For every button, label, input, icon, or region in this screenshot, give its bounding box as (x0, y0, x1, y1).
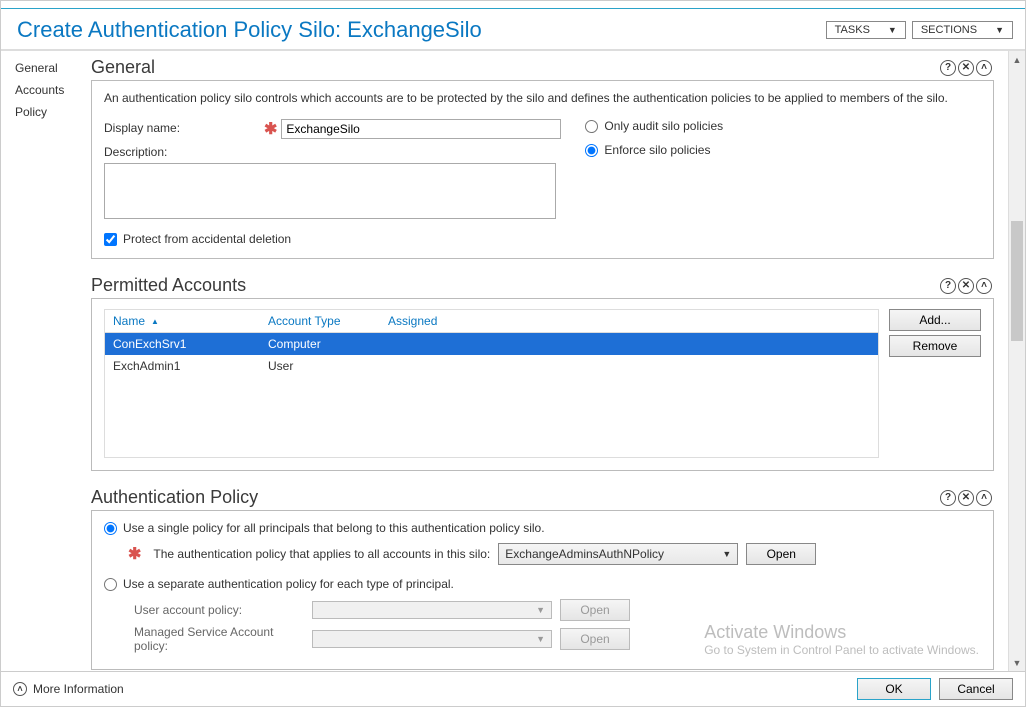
dropdown-icon: ▼ (536, 605, 545, 615)
single-policy-label: Use a single policy for all principals t… (123, 521, 545, 535)
protect-label: Protect from accidental deletion (123, 232, 291, 246)
protect-checkbox[interactable] (104, 233, 117, 246)
help-icon[interactable]: ? (940, 60, 956, 76)
msa-policy-label: Managed Service Account policy: (104, 625, 304, 653)
description-label: Description: (104, 143, 264, 159)
dropdown-icon: ▼ (888, 25, 897, 35)
sections-button[interactable]: SECTIONS ▼ (912, 21, 1013, 39)
policy-panel: Use a single policy for all principals t… (91, 510, 994, 670)
table-row[interactable]: ConExchSrv1 Computer (105, 333, 878, 355)
user-policy-label: User account policy: (104, 603, 304, 617)
more-information-link[interactable]: ˄ More Information (13, 682, 857, 696)
open-button-disabled: Open (560, 599, 630, 621)
sidebar: General Accounts Policy (1, 51, 87, 671)
audit-label: Only audit silo policies (604, 119, 723, 133)
sidebar-item-policy[interactable]: Policy (15, 105, 87, 119)
sidebar-item-general[interactable]: General (15, 61, 87, 75)
separate-policy-label: Use a separate authentication policy for… (123, 577, 454, 591)
column-type[interactable]: Account Type (268, 314, 388, 328)
column-assigned[interactable]: Assigned (388, 314, 870, 328)
dropdown-icon: ▼ (536, 634, 545, 644)
enforce-radio[interactable] (585, 144, 598, 157)
add-button[interactable]: Add... (889, 309, 981, 331)
scroll-up-icon[interactable]: ▲ (1009, 51, 1025, 68)
collapse-icon[interactable]: ˄ (976, 278, 992, 294)
scroll-down-icon[interactable]: ▼ (1009, 654, 1025, 671)
close-icon[interactable]: ✕ (958, 490, 974, 506)
section-title-general: General (91, 57, 940, 78)
accounts-panel: Name ▲ Account Type Assigned ConExchSrv1… (91, 298, 994, 471)
msa-policy-select: ▼ (312, 630, 552, 648)
sidebar-item-accounts[interactable]: Accounts (15, 83, 87, 97)
help-icon[interactable]: ? (940, 278, 956, 294)
remove-button[interactable]: Remove (889, 335, 981, 357)
audit-radio[interactable] (585, 120, 598, 133)
policy-select[interactable]: ExchangeAdminsAuthNPolicy ▼ (498, 543, 738, 565)
collapse-icon[interactable]: ˄ (976, 490, 992, 506)
expand-up-icon: ˄ (13, 682, 27, 696)
page-title: Create Authentication Policy Silo: Excha… (17, 17, 826, 43)
section-title-policy: Authentication Policy (91, 487, 940, 508)
user-policy-select: ▼ (312, 601, 552, 619)
dropdown-icon: ▼ (995, 25, 1004, 35)
table-row[interactable]: ExchAdmin1 User (105, 355, 878, 377)
open-button-disabled: Open (560, 628, 630, 650)
description-input[interactable] (104, 163, 556, 219)
dropdown-icon: ▼ (722, 549, 731, 559)
tasks-button[interactable]: TASKS ▼ (826, 21, 906, 39)
cancel-button[interactable]: Cancel (939, 678, 1013, 700)
single-policy-radio[interactable] (104, 522, 117, 535)
collapse-icon[interactable]: ˄ (976, 60, 992, 76)
enforce-label: Enforce silo policies (604, 143, 710, 157)
sort-icon: ▲ (151, 317, 159, 326)
scrollbar[interactable]: ▲ ▼ (1008, 51, 1025, 671)
single-policy-sub-label: The authentication policy that applies t… (153, 547, 490, 561)
main-content: ▲ ▼ General ? ✕ ˄ An authentication poli… (87, 51, 1025, 671)
help-icon[interactable]: ? (940, 490, 956, 506)
display-name-label: Display name: (104, 119, 264, 135)
general-description: An authentication policy silo controls w… (104, 91, 981, 105)
accounts-grid: Name ▲ Account Type Assigned ConExchSrv1… (104, 309, 879, 458)
required-icon: ✱ (128, 544, 141, 564)
open-button[interactable]: Open (746, 543, 816, 565)
sections-button-label: SECTIONS (921, 24, 977, 36)
separate-policy-radio[interactable] (104, 578, 117, 591)
close-icon[interactable]: ✕ (958, 60, 974, 76)
tasks-button-label: TASKS (835, 24, 870, 36)
scroll-thumb[interactable] (1011, 221, 1023, 341)
header: Create Authentication Policy Silo: Excha… (1, 9, 1025, 51)
close-icon[interactable]: ✕ (958, 278, 974, 294)
footer: ˄ More Information OK Cancel (1, 671, 1025, 706)
column-name[interactable]: Name ▲ (113, 314, 268, 328)
window-titlebar (1, 1, 1025, 9)
ok-button[interactable]: OK (857, 678, 931, 700)
required-icon: ✱ (264, 119, 277, 139)
display-name-input[interactable] (281, 119, 561, 139)
general-panel: An authentication policy silo controls w… (91, 80, 994, 259)
section-title-accounts: Permitted Accounts (91, 275, 940, 296)
